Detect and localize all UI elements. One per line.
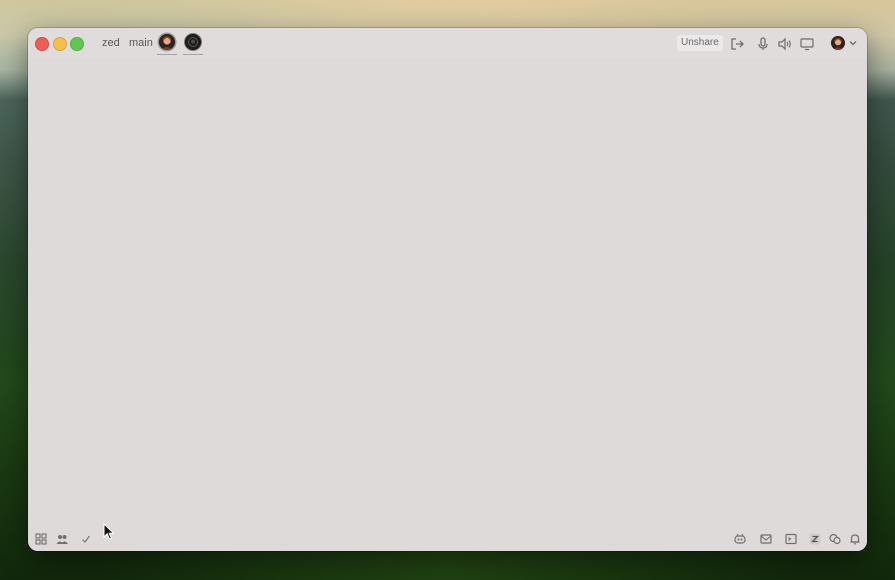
user-menu[interactable]: [831, 35, 859, 51]
collaborator-avatar-1[interactable]: [159, 34, 175, 50]
chat-icon[interactable]: [828, 532, 842, 546]
close-window-button[interactable]: [35, 37, 49, 51]
unshare-button[interactable]: Unshare: [677, 35, 723, 51]
diagnostics-check-icon[interactable]: [79, 532, 93, 546]
maximize-window-button[interactable]: [70, 37, 84, 51]
bell-icon[interactable]: [848, 532, 862, 546]
avatar-image-icon: [185, 34, 201, 50]
editor-empty-area[interactable]: [28, 58, 867, 527]
collab-panel-icon[interactable]: [55, 532, 69, 546]
collaborator-avatar-2[interactable]: [185, 34, 201, 50]
terminal-icon[interactable]: [784, 532, 798, 546]
title-bar: zed main Unshare: [28, 28, 867, 58]
feedback-icon[interactable]: [759, 532, 773, 546]
zed-predict-icon[interactable]: [808, 532, 822, 546]
avatar-image-icon: [159, 34, 175, 50]
chevron-down-icon: [849, 41, 857, 46]
branch-name[interactable]: main: [129, 37, 153, 49]
screen-share-icon[interactable]: [799, 36, 815, 52]
microphone-icon[interactable]: [755, 36, 771, 52]
collaborator-underline: [183, 54, 203, 55]
avatar-image-icon: [831, 36, 845, 50]
leave-call-icon[interactable]: [729, 36, 745, 52]
avatar: [831, 36, 845, 50]
copilot-icon[interactable]: [733, 532, 747, 546]
mouse-pointer-icon: [103, 523, 115, 540]
speaker-icon[interactable]: [777, 36, 793, 52]
minimize-window-button[interactable]: [53, 37, 67, 51]
collaborator-underline: [157, 54, 177, 55]
project-name[interactable]: zed: [102, 37, 120, 49]
zed-editor-window: zed main Unshare: [28, 28, 867, 551]
project-panel-icon[interactable]: [34, 532, 48, 546]
